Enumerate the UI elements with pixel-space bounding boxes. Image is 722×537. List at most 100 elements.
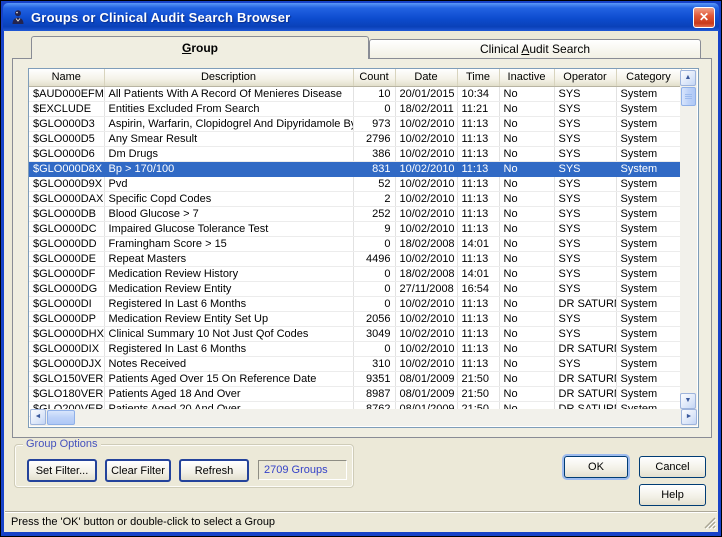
cell-description: Notes Received — [104, 356, 353, 371]
cell-description: Bp > 170/100 — [104, 161, 353, 176]
cell-count: 9351 — [353, 371, 395, 386]
column-header-description[interactable]: Description — [104, 69, 353, 86]
cell-count: 0 — [353, 296, 395, 311]
cell-date: 10/02/2010 — [395, 296, 457, 311]
cell-time: 11:13 — [457, 221, 499, 236]
table-row[interactable]: $GLO180VERPatients Aged 18 And Over89870… — [29, 386, 681, 401]
status-text: Press the 'OK' button or double-click to… — [11, 516, 275, 528]
refresh-button[interactable]: Refresh — [179, 459, 249, 482]
cell-description: Any Smear Result — [104, 131, 353, 146]
cell-date: 18/02/2008 — [395, 266, 457, 281]
help-button[interactable]: Help — [639, 484, 706, 506]
set-filter-button[interactable]: Set Filter... — [27, 459, 97, 482]
cell-inactive: No — [499, 281, 554, 296]
table-row[interactable]: $EXCLUDEEntities Excluded From Search018… — [29, 101, 681, 116]
table-row[interactable]: $GLO000DHXClinical Summary 10 Not Just Q… — [29, 326, 681, 341]
table-row[interactable]: $GLO000DCImpaired Glucose Tolerance Test… — [29, 221, 681, 236]
table-row[interactable]: $GLO000DGMedication Review Entity027/11/… — [29, 281, 681, 296]
cell-name: $GLO000DI — [29, 296, 104, 311]
cell-operator: SYS — [554, 311, 616, 326]
table-row[interactable]: $GLO000DFMedication Review History018/02… — [29, 266, 681, 281]
column-header-category[interactable]: Category — [616, 69, 681, 86]
cell-operator: SYS — [554, 161, 616, 176]
cell-category: System — [616, 206, 681, 221]
cell-time: 14:01 — [457, 266, 499, 281]
cell-operator: SYS — [554, 146, 616, 161]
cell-operator: DR SATURN — [554, 371, 616, 386]
scroll-left-icon[interactable]: ◄ — [30, 409, 46, 425]
cell-category: System — [616, 221, 681, 236]
column-header-operator[interactable]: Operator — [554, 69, 616, 86]
cell-description: All Patients With A Record Of Menieres D… — [104, 86, 353, 101]
cell-category: System — [616, 281, 681, 296]
table-row[interactable]: $GLO150VERPatients Aged Over 15 On Refer… — [29, 371, 681, 386]
cell-time: 11:13 — [457, 251, 499, 266]
title-bar[interactable]: Groups or Clinical Audit Search Browser … — [3, 3, 719, 31]
cell-date: 10/02/2010 — [395, 251, 457, 266]
table-header: NameDescriptionCountDateTimeInactiveOper… — [29, 69, 681, 86]
table-row[interactable]: $GLO000DJXNotes Received31010/02/201011:… — [29, 356, 681, 371]
cell-count: 4496 — [353, 251, 395, 266]
horizontal-scrollbar[interactable]: ◄ ► — [30, 409, 697, 426]
table-row[interactable]: $GLO000DDFramingham Score > 15018/02/200… — [29, 236, 681, 251]
column-header-name[interactable]: Name — [29, 69, 104, 86]
scroll-up-icon[interactable]: ▲ — [680, 70, 696, 86]
cell-name: $GLO000DJX — [29, 356, 104, 371]
table-row[interactable]: $GLO000D9XPvd5210/02/201011:13NoSYSSyste… — [29, 176, 681, 191]
cell-count: 3049 — [353, 326, 395, 341]
table-row[interactable]: $GLO000DPMedication Review Entity Set Up… — [29, 311, 681, 326]
clear-filter-button[interactable]: Clear Filter — [105, 459, 171, 482]
table-row[interactable]: $GLO000D8XBp > 170/10083110/02/201011:13… — [29, 161, 681, 176]
cell-inactive: No — [499, 236, 554, 251]
cell-name: $GLO180VER — [29, 386, 104, 401]
column-header-time[interactable]: Time — [457, 69, 499, 86]
cell-name: $GLO000DG — [29, 281, 104, 296]
cell-category: System — [616, 341, 681, 356]
cell-operator: DR SATURN — [554, 386, 616, 401]
group-list[interactable]: NameDescriptionCountDateTimeInactiveOper… — [28, 68, 699, 428]
cell-description: Medication Review History — [104, 266, 353, 281]
cancel-button[interactable]: Cancel — [639, 456, 706, 478]
cell-time: 11:13 — [457, 311, 499, 326]
scroll-right-icon[interactable]: ► — [681, 409, 697, 425]
cell-description: Medication Review Entity Set Up — [104, 311, 353, 326]
group-table: NameDescriptionCountDateTimeInactiveOper… — [29, 69, 682, 417]
tab-clinical-audit-search[interactable]: Clinical Audit Search — [369, 39, 701, 59]
horizontal-scroll-thumb[interactable] — [47, 410, 75, 425]
cell-date: 10/02/2010 — [395, 146, 457, 161]
column-header-date[interactable]: Date — [395, 69, 457, 86]
ok-button[interactable]: OK — [564, 456, 628, 478]
column-header-inactive[interactable]: Inactive — [499, 69, 554, 86]
cell-count: 52 — [353, 176, 395, 191]
table-row[interactable]: $GLO000DIRegistered In Last 6 Months010/… — [29, 296, 681, 311]
table-row[interactable]: $GLO000D5Any Smear Result279610/02/20101… — [29, 131, 681, 146]
cell-operator: SYS — [554, 206, 616, 221]
vertical-scrollbar[interactable]: ▲ ▼ — [680, 70, 697, 409]
table-row[interactable]: $GLO000DAXSpecific Copd Codes210/02/2010… — [29, 191, 681, 206]
table-row[interactable]: $GLO000DERepeat Masters449610/02/201011:… — [29, 251, 681, 266]
cell-count: 973 — [353, 116, 395, 131]
cell-operator: SYS — [554, 281, 616, 296]
vertical-scroll-thumb[interactable] — [681, 87, 696, 106]
cell-operator: SYS — [554, 266, 616, 281]
cell-date: 08/01/2009 — [395, 371, 457, 386]
cell-inactive: No — [499, 251, 554, 266]
cell-category: System — [616, 191, 681, 206]
table-row[interactable]: $GLO000DBBlood Glucose > 725210/02/20101… — [29, 206, 681, 221]
table-row[interactable]: $GLO000D6Dm Drugs38610/02/201011:13NoSYS… — [29, 146, 681, 161]
close-button[interactable]: ✕ — [693, 7, 715, 28]
cell-count: 0 — [353, 266, 395, 281]
table-row[interactable]: $GLO000DIXRegistered In Last 6 Months010… — [29, 341, 681, 356]
resize-grip-icon[interactable] — [703, 516, 716, 529]
table-row[interactable]: $AUD000EFMAll Patients With A Record Of … — [29, 86, 681, 101]
cell-inactive: No — [499, 161, 554, 176]
cell-operator: DR SATURN — [554, 341, 616, 356]
group-options-title: Group Options — [23, 438, 101, 450]
cell-name: $GLO000DF — [29, 266, 104, 281]
cell-operator: SYS — [554, 101, 616, 116]
cell-category: System — [616, 101, 681, 116]
column-header-count[interactable]: Count — [353, 69, 395, 86]
table-row[interactable]: $GLO000D3Aspirin, Warfarin, Clopidogrel … — [29, 116, 681, 131]
tab-group[interactable]: Group — [31, 36, 369, 59]
scroll-down-icon[interactable]: ▼ — [680, 393, 696, 409]
